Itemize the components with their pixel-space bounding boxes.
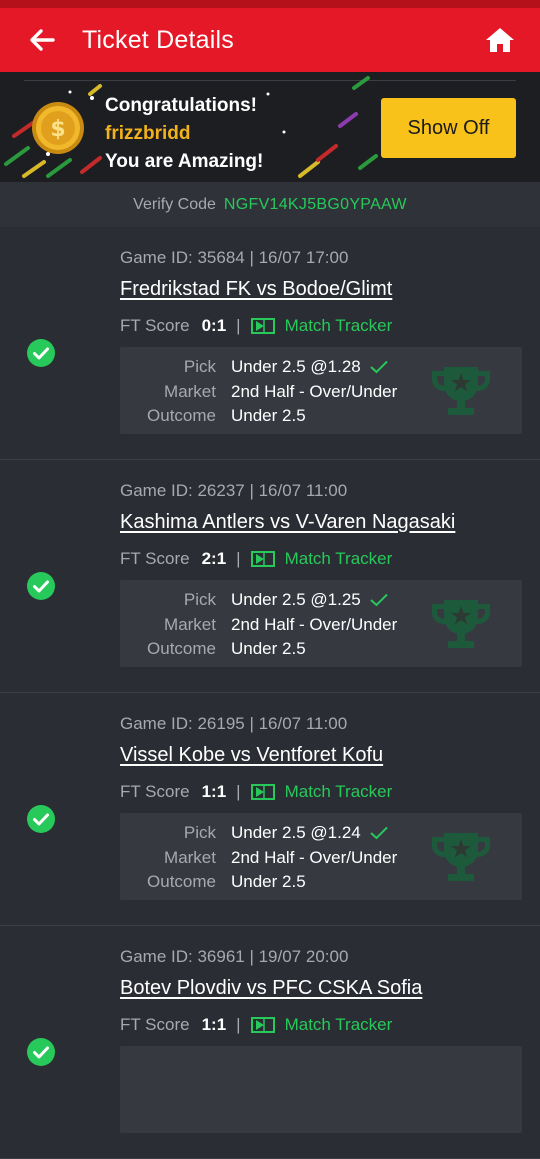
match-name-link[interactable]: Botev Plovdiv vs PFC CSKA Sofia: [120, 977, 422, 1000]
arrow-left-icon: [30, 29, 55, 51]
check-icon: [370, 594, 388, 607]
ticket-item: Game ID: 36961 | 19/07 20:00 Botev Plovd…: [0, 926, 540, 1159]
trophy-icon: [432, 367, 490, 415]
verify-code-row: Verify Code NGFV14KJ5BG0YPAAW: [0, 182, 540, 227]
congrats-message: Congratulations! frizzbridd You are Amaz…: [105, 92, 263, 176]
ft-score-value: 2:1: [201, 549, 227, 568]
match-tracker-link[interactable]: Match Tracker: [285, 782, 393, 802]
ft-score-value: 0:1: [201, 316, 227, 335]
separator: |: [236, 782, 241, 801]
won-check-icon: [27, 339, 55, 367]
match-tracker-link[interactable]: Match Tracker: [285, 316, 393, 336]
bet-details: Pick Under 2.5 @1.24 Market 2nd Half - O…: [120, 813, 522, 900]
coin-icon: $: [32, 102, 84, 154]
bet-details: [120, 1046, 522, 1133]
ticket-item: Game ID: 26195 | 16/07 11:00 Vissel Kobe…: [0, 693, 540, 926]
won-check-icon: [27, 572, 55, 600]
verify-code-label: Verify Code: [133, 195, 216, 213]
pick-value: Under 2.5 @1.28: [231, 357, 361, 376]
username: frizzbridd: [105, 123, 191, 144]
match-tracker-icon[interactable]: [250, 318, 275, 334]
pick-label: Pick: [183, 590, 216, 609]
trophy-icon: [432, 600, 490, 648]
status-bar: [0, 0, 540, 8]
market-value: 2nd Half - Over/Under: [231, 847, 398, 867]
outcome-value: Under 2.5: [231, 872, 306, 891]
bet-details: Pick Under 2.5 @1.28 Market 2nd Half - O…: [120, 347, 522, 434]
ft-score-label: FT Score: [120, 316, 190, 335]
pick-label: Pick: [183, 823, 216, 842]
pick-label: Pick: [183, 357, 216, 376]
check-icon: [370, 361, 388, 374]
outcome-value: Under 2.5: [231, 406, 306, 425]
match-name-link[interactable]: Kashima Antlers vs V-Varen Nagasaki: [120, 511, 455, 534]
game-id: Game ID: 35684 | 16/07 17:00: [120, 248, 349, 267]
match-name-link[interactable]: Fredrikstad FK vs Bodoe/Glimt: [120, 278, 392, 301]
app-header: Ticket Details: [0, 8, 540, 72]
outcome-value: Under 2.5: [231, 639, 306, 658]
match-tracker-icon[interactable]: [250, 1017, 275, 1033]
show-off-button[interactable]: Show Off: [381, 98, 516, 158]
bet-details: Pick Under 2.5 @1.25 Market 2nd Half - O…: [120, 580, 522, 667]
ticket-list: Game ID: 35684 | 16/07 17:00 Fredrikstad…: [0, 227, 540, 1159]
score-row: FT Score 1:1 | Match Tracker: [120, 1015, 392, 1035]
match-tracker-icon[interactable]: [250, 551, 275, 567]
match-tracker-link[interactable]: Match Tracker: [285, 1015, 393, 1035]
svg-text:$: $: [50, 117, 65, 142]
ticket-item: Game ID: 35684 | 16/07 17:00 Fredrikstad…: [0, 227, 540, 460]
pick-value: Under 2.5 @1.25: [231, 590, 361, 609]
check-icon: [370, 827, 388, 840]
ft-score-label: FT Score: [120, 1015, 190, 1034]
score-row: FT Score 1:1 | Match Tracker: [120, 782, 392, 802]
congrats-subtitle: You are Amazing!: [105, 151, 264, 172]
market-label: Market: [164, 614, 216, 634]
market-label: Market: [164, 381, 216, 401]
market-label: Market: [164, 847, 216, 867]
page-title: Ticket Details: [82, 25, 234, 54]
congrats-banner: $ Congratulations! frizzbridd You are Am…: [0, 72, 540, 182]
outcome-label: Outcome: [147, 406, 216, 425]
back-button[interactable]: [20, 18, 64, 62]
home-button[interactable]: [482, 22, 518, 58]
congrats-title: Congratulations!: [105, 95, 257, 116]
ft-score-label: FT Score: [120, 549, 190, 568]
game-id: Game ID: 36961 | 19/07 20:00: [120, 947, 349, 966]
won-check-icon: [27, 1038, 55, 1066]
market-value: 2nd Half - Over/Under: [231, 614, 398, 634]
verify-code-value: NGFV14KJ5BG0YPAAW: [223, 195, 407, 213]
market-value: 2nd Half - Over/Under: [231, 381, 398, 401]
game-id: Game ID: 26237 | 16/07 11:00: [120, 481, 348, 500]
trophy-icon: [432, 833, 490, 881]
separator: |: [236, 316, 241, 335]
ft-score-label: FT Score: [120, 782, 190, 801]
score-row: FT Score 0:1 | Match Tracker: [120, 316, 392, 336]
outcome-label: Outcome: [147, 872, 216, 891]
ticket-item: Game ID: 26237 | 16/07 11:00 Kashima Ant…: [0, 460, 540, 693]
separator: |: [236, 1015, 241, 1034]
match-tracker-link[interactable]: Match Tracker: [285, 549, 393, 569]
ft-score-value: 1:1: [201, 1015, 227, 1034]
ft-score-value: 1:1: [201, 782, 227, 801]
match-name-link[interactable]: Vissel Kobe vs Ventforet Kofu: [120, 744, 383, 767]
game-id: Game ID: 26195 | 16/07 11:00: [120, 714, 348, 733]
match-tracker-icon[interactable]: [250, 784, 275, 800]
score-row: FT Score 2:1 | Match Tracker: [120, 549, 392, 569]
won-check-icon: [27, 805, 55, 833]
separator: |: [236, 549, 241, 568]
outcome-label: Outcome: [147, 639, 216, 658]
home-icon: [486, 28, 514, 52]
pick-value: Under 2.5 @1.24: [231, 823, 361, 842]
